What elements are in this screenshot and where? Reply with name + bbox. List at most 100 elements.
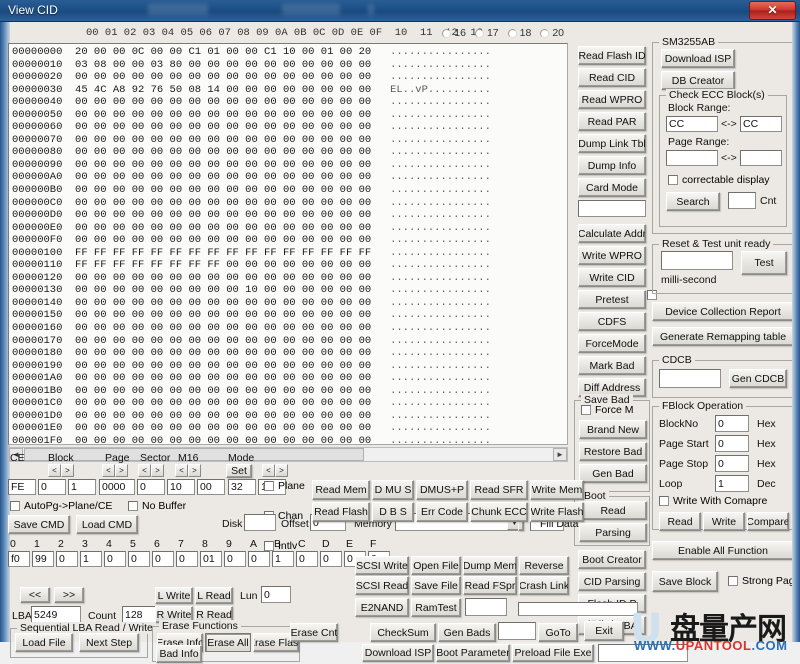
lba-prev-button[interactable]: << xyxy=(20,587,50,603)
cmd3-button-1[interactable]: CID Parsing xyxy=(578,572,646,591)
spinner-inc-icon[interactable]: > xyxy=(115,464,128,477)
fblock-field-1[interactable]: 0 xyxy=(715,435,749,452)
cmd-button-write-cid[interactable]: Write CID xyxy=(578,268,646,287)
cmd-button-dump-info[interactable]: Dump Info xyxy=(578,156,646,175)
save-bad-button-2[interactable]: Gen Bad xyxy=(579,464,647,483)
lba-field[interactable]: 5249 xyxy=(31,606,81,623)
mode-spinner[interactable]: <> xyxy=(262,464,288,477)
byte-field-8[interactable]: 01 xyxy=(200,551,222,567)
cmd-button-read-flash-id[interactable]: Read Flash ID xyxy=(578,46,646,65)
param-field-block_b[interactable]: 1 xyxy=(68,479,96,495)
hex-horizontal-scrollbar[interactable]: ◄ ► xyxy=(8,447,568,462)
byte-field-C[interactable]: 0 xyxy=(296,551,318,567)
gen-cdcb-button[interactable]: Gen CDCB xyxy=(729,369,787,388)
cmd-button-mark-bad[interactable]: Mark Bad xyxy=(578,356,646,375)
correctable-display-checkbox[interactable]: correctable display xyxy=(668,174,770,186)
milli-second-field[interactable] xyxy=(661,251,733,270)
write-with-compare-checkbox[interactable]: Write With Comapre xyxy=(659,495,767,507)
io-button-r3-2[interactable]: Dump Mem xyxy=(463,556,517,575)
param-field-page[interactable]: 0000 xyxy=(99,479,135,495)
io-button-r3-3[interactable]: Reverse xyxy=(519,556,569,575)
byte-field-7[interactable]: 0 xyxy=(176,551,198,567)
page-range-from-field[interactable] xyxy=(666,150,718,166)
spinner-m16[interactable]: <> xyxy=(175,464,201,477)
io-button-r3-1[interactable]: Open File xyxy=(411,556,461,575)
gen-bads-button[interactable]: Gen Bads xyxy=(438,623,496,642)
lun-field[interactable]: 0 xyxy=(261,586,291,603)
hex-width-radio-16[interactable]: 16 xyxy=(442,27,466,39)
page-range-to-field[interactable] xyxy=(740,150,782,166)
spinner-block[interactable]: <> xyxy=(48,464,74,477)
download-isp-bottom-button[interactable]: Download ISP xyxy=(362,644,434,662)
enable-all-function-button[interactable]: Enable All Function xyxy=(652,541,794,560)
spinner-page[interactable]: <> xyxy=(102,464,128,477)
mem-button-r1-1[interactable]: D MU S xyxy=(372,480,414,500)
spinner-dec-icon[interactable]: < xyxy=(262,464,275,477)
generate-remapping-table-button[interactable]: Generate Remapping table xyxy=(652,327,794,346)
cmd-button-cdfs[interactable]: CDFS xyxy=(578,312,646,331)
spinner-sector[interactable]: <> xyxy=(138,464,164,477)
spinner-dec-icon[interactable]: < xyxy=(102,464,115,477)
exit-button[interactable]: Exit xyxy=(584,621,624,641)
load-file-button[interactable]: Load File xyxy=(15,633,73,652)
db-creator-button[interactable]: DB Creator xyxy=(661,71,735,90)
save-bad-button-1[interactable]: Restore Bad xyxy=(579,442,647,461)
autopg-checkbox[interactable]: AutoPg->Plane/CE xyxy=(10,500,112,512)
param-field-block_a[interactable]: 0 xyxy=(38,479,66,495)
left-blank-field[interactable] xyxy=(578,200,646,217)
mem-button-r2-1[interactable]: D B S xyxy=(372,502,414,522)
cdcb-value-field[interactable] xyxy=(659,369,721,388)
mem-button-r1-4[interactable]: Write Mem xyxy=(530,480,584,500)
spinner-inc-icon[interactable]: > xyxy=(188,464,201,477)
erase-button-1[interactable]: Erase All xyxy=(205,633,251,652)
test-button[interactable]: Test xyxy=(741,251,787,275)
save-cmd-button[interactable]: Save CMD xyxy=(8,515,70,534)
mem-button-r2-0[interactable]: Read Flash xyxy=(312,502,370,522)
fblock-button-2[interactable]: Compare xyxy=(747,512,789,531)
spinner-dec-icon[interactable]: < xyxy=(175,464,188,477)
test-button-r5-0[interactable]: E2NAND xyxy=(355,598,409,617)
hex-width-radio-20[interactable]: 20 xyxy=(540,27,564,39)
mem-button-r2-3[interactable]: Chunk ECC xyxy=(470,502,528,522)
io-button-r4-0[interactable]: SCSI Read xyxy=(355,576,409,595)
mem-button-r1-0[interactable]: Read Mem xyxy=(312,480,370,500)
mem-button-r2-4[interactable]: Write Flash xyxy=(530,502,584,522)
boot-button-1[interactable]: Parsing xyxy=(579,523,647,542)
cmd3-button-0[interactable]: Boot Creator xyxy=(578,550,646,569)
byte-field-5[interactable]: 0 xyxy=(128,551,150,567)
cmd-button-pretest[interactable]: Pretest xyxy=(578,290,646,309)
byte-field-9[interactable]: 0 xyxy=(224,551,246,567)
byte-field-6[interactable]: 0 xyxy=(152,551,174,567)
save-block-button[interactable]: Save Block xyxy=(652,571,718,592)
byte-field-B[interactable]: 1 xyxy=(272,551,294,567)
force-m-checkbox[interactable]: Force M xyxy=(581,404,634,416)
spinner-inc-icon[interactable]: > xyxy=(275,464,288,477)
hex-dump-body[interactable]: 00000000 20 00 00 0C 00 00 C1 01 00 00 C… xyxy=(8,43,568,445)
fblock-button-1[interactable]: Write xyxy=(703,512,745,531)
param-field-m16_b[interactable]: 00 xyxy=(197,479,225,495)
spinner-dec-icon[interactable]: < xyxy=(138,464,151,477)
cmd-button-write-wpro[interactable]: Write WPRO xyxy=(578,246,646,265)
byte-field-A[interactable]: 0 xyxy=(248,551,270,567)
byte-field-D[interactable]: 0 xyxy=(320,551,342,567)
io-button-r3-0[interactable]: SCSI Write xyxy=(355,556,409,575)
cmd-button-dump-link-tbl[interactable]: Dump Link Tbl xyxy=(578,134,646,153)
cmd-button-card-mode[interactable]: Card Mode xyxy=(578,178,646,197)
fblock-field-0[interactable]: 0 xyxy=(715,415,749,432)
erase-cnt-button[interactable]: Erase Cnt xyxy=(290,623,338,642)
checksum-button[interactable]: CheckSum xyxy=(370,623,436,642)
next-step-button[interactable]: Next Step xyxy=(79,633,139,652)
mem-button-r2-2[interactable]: Err Code xyxy=(416,502,468,522)
save-bad-button-0[interactable]: Brand New xyxy=(579,420,647,439)
cmd-button-forcemode[interactable]: ForceMode xyxy=(578,334,646,353)
hex-width-radio-group[interactable]: 16171820 xyxy=(442,25,564,41)
cmd-button-read-cid[interactable]: Read CID xyxy=(578,68,646,87)
ecc-cnt-field[interactable] xyxy=(728,192,756,209)
byte-field-0[interactable]: f0 xyxy=(8,551,30,567)
mem-button-r1-2[interactable]: DMUS+P xyxy=(416,480,468,500)
cmd-button-read-wpro[interactable]: Read WPRO xyxy=(578,90,646,109)
cmd-button-calculate-addr[interactable]: Calculate Addr xyxy=(578,224,646,243)
load-cmd-button[interactable]: Load CMD xyxy=(76,515,138,534)
bottom-status-field[interactable] xyxy=(598,644,688,662)
byte-field-4[interactable]: 0 xyxy=(104,551,126,567)
